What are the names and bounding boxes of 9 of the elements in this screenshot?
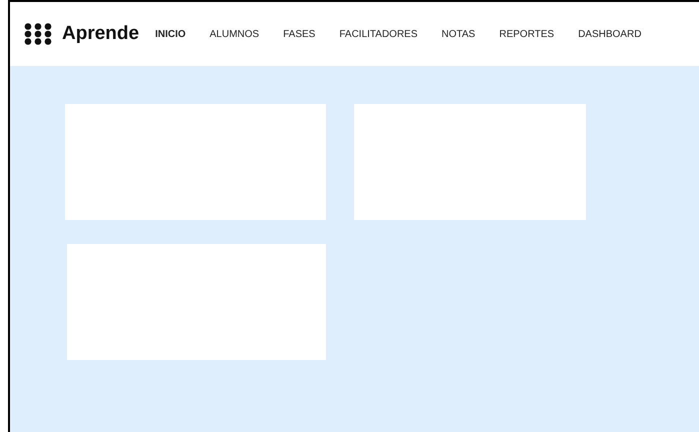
nav-link[interactable]: NOTAS xyxy=(440,26,478,42)
nav-link[interactable]: DASHBOARD xyxy=(576,26,644,42)
grid-dots-icon xyxy=(24,23,52,45)
nav-link[interactable]: FASES xyxy=(281,26,318,42)
nav-link[interactable]: ALUMNOS xyxy=(208,26,262,42)
nav-link[interactable]: FACILITADORES xyxy=(337,26,420,42)
nav-link[interactable]: REPORTES xyxy=(497,26,556,42)
brand-name: Aprende xyxy=(62,22,140,46)
nav-link[interactable]: INICIO xyxy=(153,26,188,42)
